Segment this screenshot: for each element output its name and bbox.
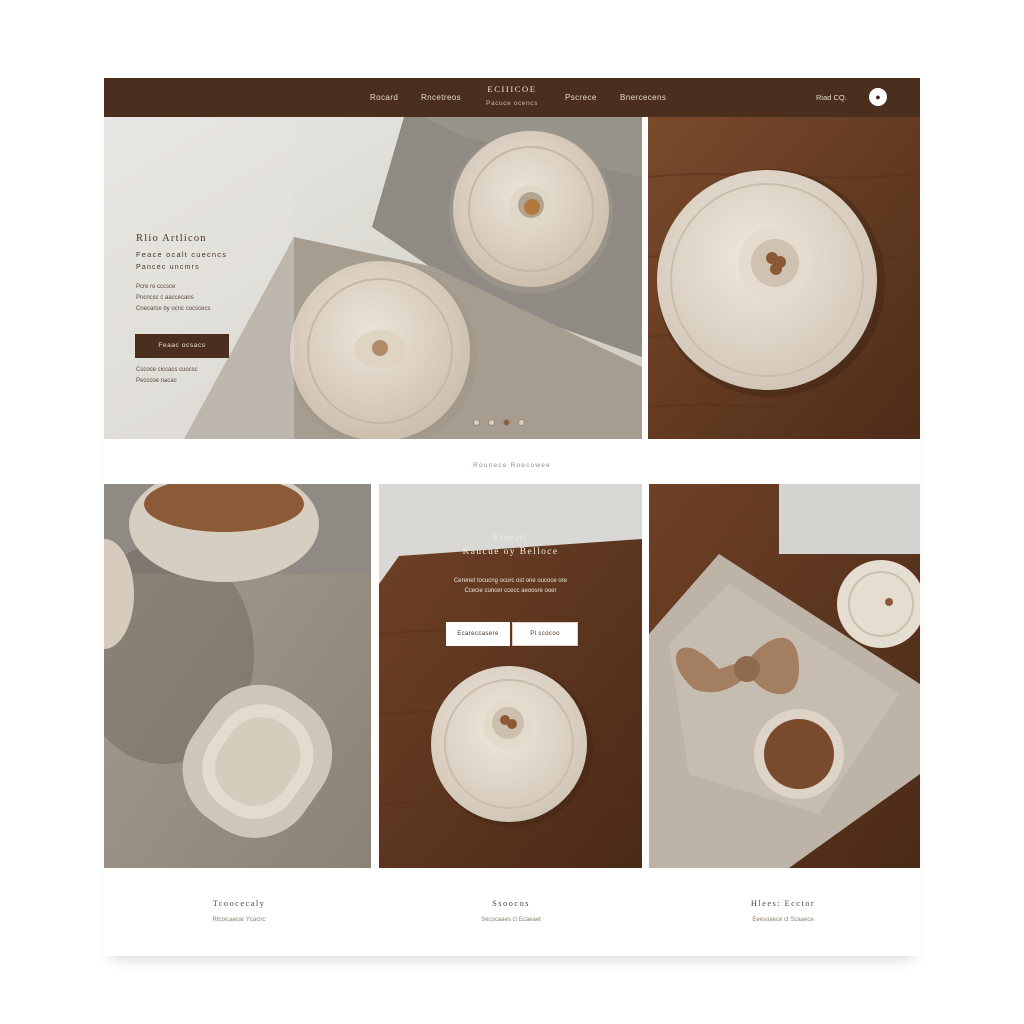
carousel-dot-1[interactable]	[473, 419, 480, 426]
caption-3-title: Hlees: Ecctor	[750, 898, 816, 908]
hero-paragraph-2: Pncncsc c aaccecans	[136, 295, 194, 301]
hero-paragraph-3: Cnecarce by ocnc cocscecs	[136, 306, 211, 312]
caption-1: Tcoocecaly Rtcoicaecar Ycacnc	[154, 898, 324, 923]
nav-link-3[interactable]: Pscrece	[565, 93, 597, 102]
nav-link-4[interactable]: Bnercecens	[620, 93, 666, 102]
caption-3: Hlees: Ecctor Eeesoaece ct Scaaece	[698, 898, 868, 923]
storefront-page: Rocard Rncetreos ECIIICOE Pacuce ocencs …	[104, 78, 920, 956]
caption-2: Ssoocos Secocaaes ct Ecaeaet	[426, 898, 596, 923]
carousel-dots	[473, 419, 525, 426]
promo-secondary-button[interactable]: Pl scocoo	[512, 622, 578, 646]
nav-link-1[interactable]: Rocard	[370, 93, 398, 102]
nav-link-2[interactable]: Rncetreos	[421, 93, 461, 102]
carousel-dot-3[interactable]	[503, 419, 510, 426]
caption-2-title: Ssoocos	[492, 898, 530, 908]
carousel-dot-4[interactable]	[518, 419, 525, 426]
hero-copy: Rlio Artlicon Feace ocalt cuecncs Pancec…	[136, 233, 227, 312]
hero-note-2: Pecccoe nacac	[136, 378, 177, 384]
hero-paragraph-1: Pcre ro cccsce	[136, 284, 176, 290]
gallery-promo-card: Eseeaet Kaucue oy Belloce Cerenet tocucn…	[379, 484, 642, 868]
promo-copy: Eseeaet Kaucue oy Belloce Cerenet tocucn…	[379, 532, 642, 594]
brand-name: ECIIICOE	[487, 84, 537, 94]
hero-headline: Feace ocalt cuecncs	[136, 250, 228, 259]
featured-product-photo[interactable]	[648, 117, 920, 439]
carousel-dot-2[interactable]	[488, 419, 495, 426]
caption-1-title: Tcoocecaly	[212, 898, 266, 908]
hero-banner: Rlio Artlicon Feace ocalt cuecncs Pancec…	[104, 117, 642, 439]
cart-icon[interactable]: ●	[869, 88, 887, 106]
bow-and-bowl-image	[649, 484, 920, 868]
linen-oval-dish-image	[104, 484, 371, 868]
hero-cta-button[interactable]: Feaac ocsacs	[135, 334, 229, 358]
promo-paragraph-1: Cerenet tocucng ocurc ost one oucoce ore	[453, 578, 568, 584]
hero-eyebrow: Rlio Artlicon	[136, 233, 207, 244]
hero-note-1: Cscoce ciccacs cuocsc	[136, 367, 198, 373]
cart-link[interactable]: Riad CQ.	[816, 93, 847, 102]
hero-subheadline: Pancec uncmrs	[136, 264, 200, 271]
brand-logo[interactable]: ECIIICOE Pacuce ocencs	[472, 84, 552, 107]
caption-1-subtitle: Rtcoicaecar Ycacnc	[212, 917, 266, 923]
section-label: Rounece Roecowee	[473, 462, 551, 469]
caption-2-subtitle: Secocaaes ct Ecaeaet	[481, 917, 541, 923]
top-navigation-bar: Rocard Rncetreos ECIIICOE Pacuce ocencs …	[104, 78, 920, 117]
brand-tagline: Pacuce ocencs	[486, 100, 538, 107]
promo-title: Eseeaet	[493, 532, 528, 542]
promo-paragraph-2: Ccecie cuncer ccecc aeoosre ooer	[464, 588, 557, 594]
caption-3-subtitle: Eeesoaece ct Scaaece	[752, 917, 814, 923]
gallery-photo-3[interactable]	[649, 484, 920, 868]
promo-primary-button[interactable]: Ecareccasere	[446, 622, 510, 646]
wooden-board-plate-image	[648, 117, 920, 439]
gallery-photo-1[interactable]	[104, 484, 371, 868]
promo-subtitle: Kaucue oy Belloce	[462, 547, 559, 557]
